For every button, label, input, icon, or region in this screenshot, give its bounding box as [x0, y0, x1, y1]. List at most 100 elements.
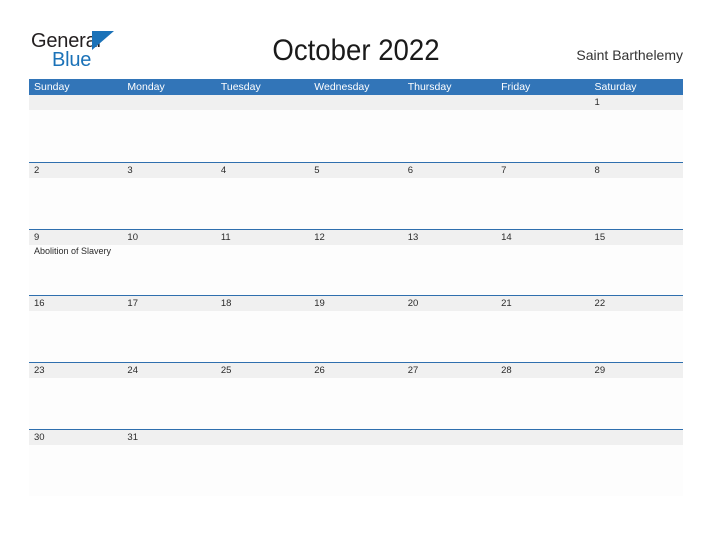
day-number[interactable]: 6: [403, 163, 496, 178]
week-date-band: 1: [29, 95, 683, 110]
day-number[interactable]: 22: [590, 296, 683, 311]
day-cell-empty: [122, 178, 215, 229]
week-date-band: 9 10 11 12 13 14 15: [29, 229, 683, 245]
day-cell-empty: [590, 311, 683, 362]
day-number-empty: [590, 430, 683, 445]
day-number[interactable]: 3: [122, 163, 215, 178]
day-number[interactable]: 14: [496, 230, 589, 245]
day-number[interactable]: 19: [309, 296, 402, 311]
day-cell-empty: [403, 445, 496, 496]
week-date-band: 30 31: [29, 429, 683, 445]
day-number[interactable]: 23: [29, 363, 122, 378]
day-number[interactable]: 25: [216, 363, 309, 378]
day-number-empty: [403, 430, 496, 445]
day-cell-empty: [122, 245, 215, 296]
day-cell-empty: [29, 311, 122, 362]
week-event-band: Abolition of Slavery: [29, 245, 683, 296]
day-number[interactable]: 4: [216, 163, 309, 178]
calendar-week-row: 30 31: [29, 428, 683, 496]
day-number[interactable]: 2: [29, 163, 122, 178]
calendar-week-row: 9 10 11 12 13 14 15 Abolition of Slavery: [29, 228, 683, 296]
day-number[interactable]: 18: [216, 296, 309, 311]
day-number[interactable]: 17: [122, 296, 215, 311]
weekday-header-monday: Monday: [127, 81, 165, 93]
day-number-empty: [309, 430, 402, 445]
day-number[interactable]: 9: [29, 230, 122, 245]
day-cell-empty: [216, 245, 309, 296]
day-number[interactable]: 13: [403, 230, 496, 245]
day-number[interactable]: 21: [496, 296, 589, 311]
day-cell-empty: [590, 245, 683, 296]
week-event-band: [29, 445, 683, 496]
day-cell-empty: [29, 445, 122, 496]
day-cell-empty: [216, 378, 309, 429]
day-cell-empty: [496, 311, 589, 362]
weekday-header-sunday: Sunday: [34, 81, 70, 93]
day-number-empty: [496, 430, 589, 445]
day-number-empty: [403, 95, 496, 110]
day-cell-empty: [403, 245, 496, 296]
day-cell-empty: [122, 311, 215, 362]
weekday-header-tuesday: Tuesday: [220, 81, 261, 93]
day-number[interactable]: 24: [122, 363, 215, 378]
day-number[interactable]: 31: [122, 430, 215, 445]
day-number[interactable]: 20: [403, 296, 496, 311]
week-event-band: [29, 110, 683, 161]
day-cell-empty: [216, 311, 309, 362]
calendar-week-row: 2345678: [29, 161, 683, 229]
calendar-weeks: 1 2 3 4 5 6 7 8 9 10 11 12 13 14 15 Abolition of Slaver…: [29, 95, 683, 496]
day-number[interactable]: 15: [590, 230, 683, 245]
week-event-band: [29, 178, 683, 229]
weekday-header-row: Sunday Monday Tuesday Wednesday Thursday…: [29, 79, 683, 95]
day-cell-empty: [403, 178, 496, 229]
day-cell-empty: [29, 378, 122, 429]
day-cell-empty: [590, 445, 683, 496]
day-cell-empty: [122, 110, 215, 161]
location-label: Saint Barthelemy: [576, 47, 683, 63]
day-number[interactable]: 8: [590, 163, 683, 178]
weekday-header-friday: Friday: [501, 81, 531, 93]
day-cell-empty: [29, 110, 122, 161]
day-number[interactable]: 12: [309, 230, 402, 245]
day-number[interactable]: 10: [122, 230, 215, 245]
calendar-week-row: 23 24 25 26 27 28 29: [29, 362, 683, 429]
week-date-band: 16 17 18 19 20 21 22: [29, 296, 683, 312]
day-number[interactable]: 5: [309, 163, 402, 178]
day-number[interactable]: 27: [403, 363, 496, 378]
day-cell-empty: [122, 378, 215, 429]
day-cell-empty: [309, 445, 402, 496]
day-cell-empty: [403, 110, 496, 161]
calendar-week-row: 16 17 18 19 20 21 22: [29, 295, 683, 363]
day-number[interactable]: 1: [590, 95, 683, 110]
day-cell-empty: [590, 378, 683, 429]
week-date-band: 2345678: [29, 162, 683, 178]
weekday-header-wednesday: Wednesday: [314, 81, 370, 93]
day-cell-empty: [309, 378, 402, 429]
week-event-band: [29, 378, 683, 429]
day-number-empty: [496, 95, 589, 110]
weekday-header-saturday: Saturday: [594, 81, 637, 93]
day-event: Abolition of Slavery: [34, 245, 112, 256]
day-number[interactable]: 16: [29, 296, 122, 311]
day-cell-empty: [216, 178, 309, 229]
day-number-empty: [216, 430, 309, 445]
day-cell-empty: [496, 178, 589, 229]
day-cell-empty: [309, 245, 402, 296]
day-number[interactable]: 7: [496, 163, 589, 178]
day-number[interactable]: 29: [590, 363, 683, 378]
day-number-empty: [309, 95, 402, 110]
day-number[interactable]: 26: [309, 363, 402, 378]
weekday-header-thursday: Thursday: [407, 81, 452, 93]
day-event-list: Abolition of Slavery: [29, 245, 122, 296]
day-number[interactable]: 11: [216, 230, 309, 245]
day-number[interactable]: 28: [496, 363, 589, 378]
day-cell-empty: [309, 110, 402, 161]
calendar-week-row: 1: [29, 95, 683, 162]
calendar-page: General Blue October 2022 Saint Barthele…: [0, 0, 712, 550]
day-cell-empty: [496, 110, 589, 161]
day-cell-empty: [122, 445, 215, 496]
day-cell-empty: [496, 445, 589, 496]
day-cell-empty: [403, 378, 496, 429]
day-number[interactable]: 30: [29, 430, 122, 445]
day-cell-empty: [216, 110, 309, 161]
